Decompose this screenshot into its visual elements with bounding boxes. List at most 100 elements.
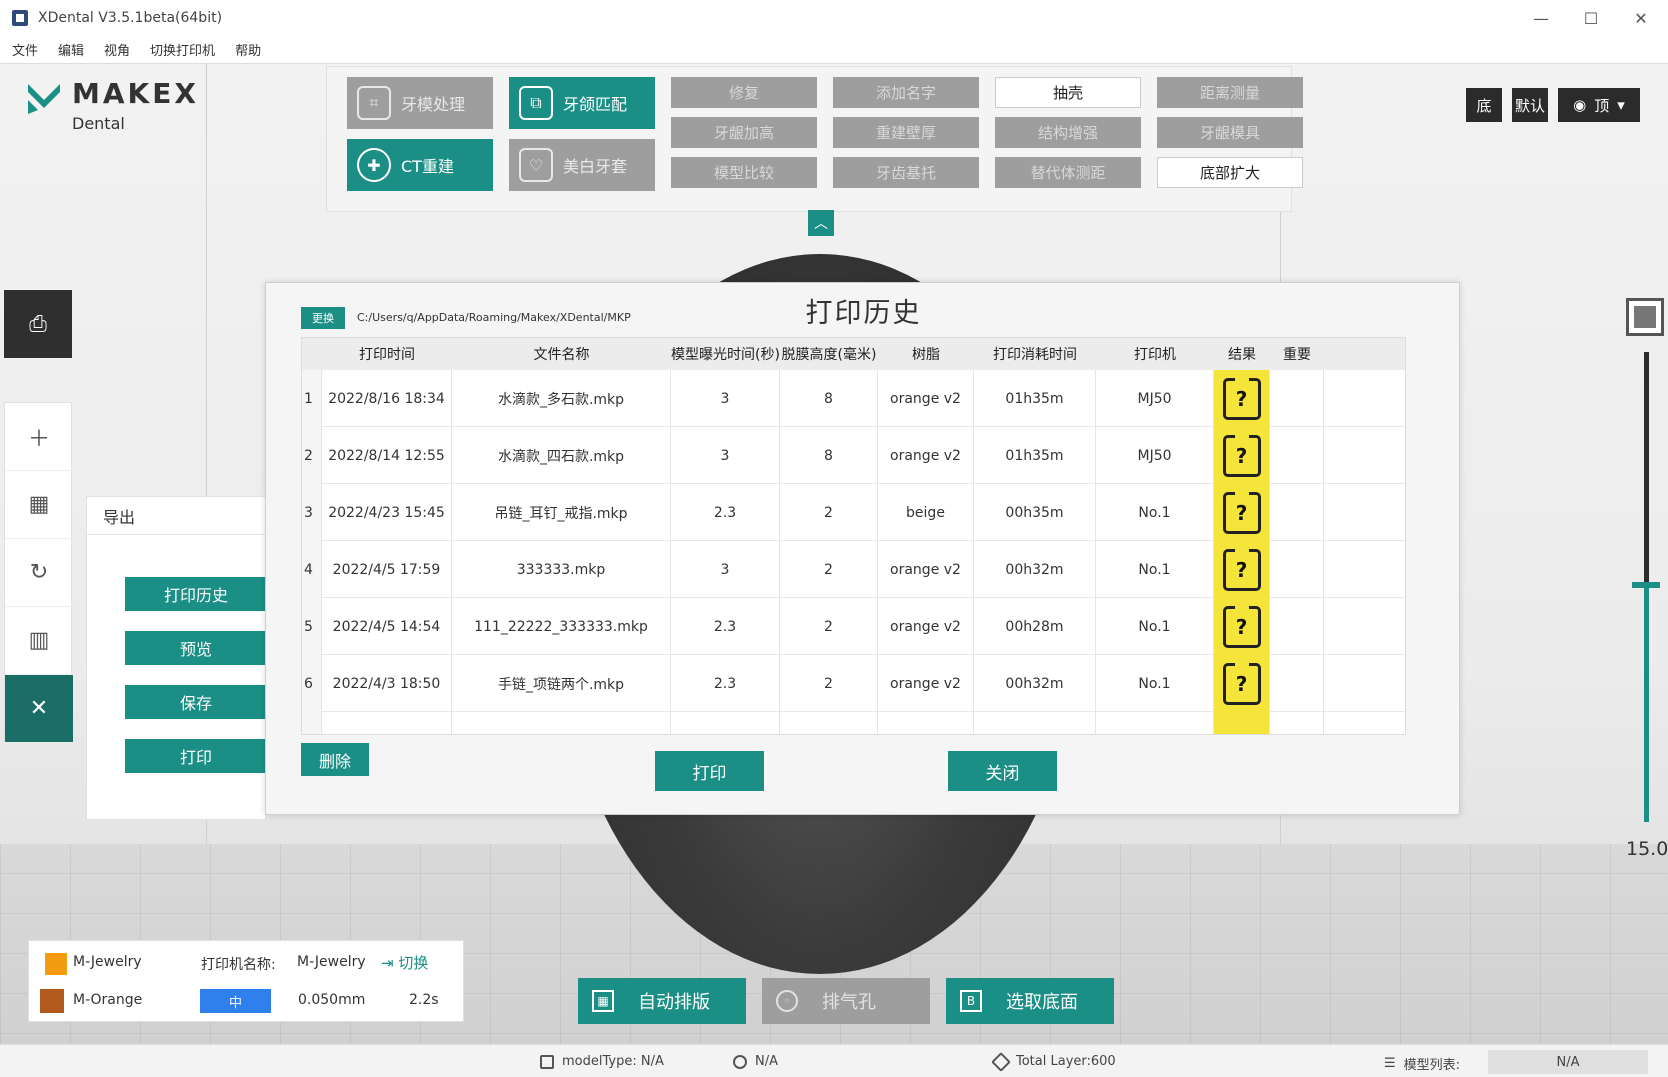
unknown-result-icon[interactable]: ? — [1222, 548, 1261, 591]
menu-switch-printer[interactable]: 切换打印机 — [150, 40, 215, 59]
col-file-name[interactable]: 文件名称 — [452, 338, 671, 370]
col-print-time[interactable]: 打印时间 — [322, 338, 452, 370]
ct-icon: ✚ — [357, 148, 391, 182]
tooth-icon: ♡ — [519, 148, 553, 182]
col-result[interactable]: 结果 — [1214, 338, 1270, 370]
menu-file[interactable]: 文件 — [12, 40, 38, 59]
dialog-print-button[interactable]: 打印 — [655, 751, 764, 791]
ct-rebuild-button[interactable]: ✚ CT重建 — [347, 139, 493, 191]
implant-distance-button[interactable]: 替代体测距 — [995, 157, 1141, 188]
table-row[interactable]: 3 2022/4/23 15:45 吊链_耳钉_戒指.mkp 2.3 2 bei… — [302, 484, 1405, 541]
collapse-panel-button[interactable]: ︿ — [808, 210, 834, 236]
unknown-result-icon[interactable]: ? — [1222, 377, 1261, 420]
important-cell[interactable] — [1270, 484, 1324, 541]
table-row[interactable]: 4 2022/4/5 17:59 333333.mkp 3 2 orange v… — [302, 541, 1405, 598]
logo-mark-icon — [26, 80, 62, 116]
important-cell[interactable] — [1270, 370, 1324, 427]
vent-hole-button[interactable]: ◦ 排气孔 — [762, 978, 930, 1024]
switch-printer-button[interactable]: ⇥ 切换 — [381, 952, 428, 973]
rotate-icon: ↻ — [29, 560, 49, 585]
unknown-result-icon[interactable]: ? — [1222, 605, 1261, 648]
base-expand-button[interactable]: 底部扩大 — [1157, 157, 1303, 188]
tooth-base-button[interactable]: 牙齿基托 — [833, 157, 979, 188]
col-exposure[interactable]: 模型曝光时间(秒) — [671, 338, 780, 370]
important-cell[interactable] — [1270, 598, 1324, 655]
tool-panel: ⌗ 牙模处理 ⧉ 牙颌匹配 ✚ CT重建 ♡ 美白牙套 修复 添加名字 抽壳 距离测量 … — [326, 66, 1303, 212]
delete-button[interactable]: 删除 — [301, 743, 369, 776]
size-status: N/A — [733, 1054, 778, 1069]
support-button[interactable]: ▥ — [5, 607, 73, 675]
table-row[interactable]: 5 2022/4/5 14:54 111_22222_333333.mkp 2.… — [302, 598, 1405, 655]
printer-name-value: M-Jewelry — [297, 954, 366, 970]
col-printer[interactable]: 打印机 — [1096, 338, 1214, 370]
model-type-status: modelType: N/A — [540, 1054, 664, 1069]
menu-help[interactable]: 帮助 — [235, 40, 261, 59]
menu-edit[interactable]: 编辑 — [58, 40, 84, 59]
table-row[interactable]: 1 2022/8/16 18:34 水滴款_多石款.mkp 3 8 orange… — [302, 370, 1405, 427]
maximize-button[interactable]: ☐ — [1566, 0, 1616, 36]
distance-measure-button[interactable]: 距离测量 — [1157, 77, 1303, 108]
col-resin[interactable]: 树脂 — [878, 338, 974, 370]
export-mode-button[interactable]: ✕ — [5, 675, 73, 743]
important-cell[interactable] — [1270, 427, 1324, 484]
list-icon: ☰ — [1384, 1056, 1396, 1071]
print-mode-button[interactable]: ⎙ — [4, 290, 72, 358]
model-type-icon — [540, 1054, 554, 1069]
save-button[interactable]: 保存 — [125, 685, 267, 719]
important-cell[interactable] — [1270, 541, 1324, 598]
gum-raise-button[interactable]: 牙龈加高 — [671, 117, 817, 148]
whitening-tray-button[interactable]: ♡ 美白牙套 — [509, 139, 655, 191]
structure-enhance-button[interactable]: 结构增强 — [995, 117, 1141, 148]
exposure-time: 2.2s — [409, 992, 439, 1008]
table-row[interactable]: 2 2022/8/14 12:55 水滴款_四石款.mkp 3 8 orange… — [302, 427, 1405, 484]
select-base-button[interactable]: B 选取底面 — [946, 978, 1114, 1024]
print-history-button[interactable]: 打印历史 — [125, 577, 267, 611]
layer-slider-thumb[interactable] — [1632, 582, 1660, 588]
view-bottom-button[interactable]: 底 — [1466, 88, 1502, 122]
makex-logo: MAKEX Dental — [26, 80, 199, 133]
repair-button[interactable]: 修复 — [671, 77, 817, 108]
close-button[interactable]: ✕ — [1616, 0, 1666, 36]
view-top-dropdown[interactable]: ◉ 顶 ▾ — [1558, 88, 1640, 122]
export-print-button[interactable]: 打印 — [125, 739, 267, 773]
speed-badge: 中 — [200, 989, 271, 1013]
minimize-button[interactable]: — — [1516, 0, 1566, 36]
view-default-button[interactable]: 默认 — [1512, 88, 1548, 122]
rebuild-wall-button[interactable]: 重建壁厚 — [833, 117, 979, 148]
shell-button[interactable]: 抽壳 — [995, 77, 1141, 108]
add-model-button[interactable]: ＋ — [5, 403, 73, 471]
table-row-partial[interactable] — [302, 712, 1405, 734]
switch-arrow-icon: ⇥ — [381, 954, 394, 972]
support-icon: ▥ — [28, 628, 50, 653]
col-lift-height[interactable]: 脱膜高度(毫米) — [780, 338, 878, 370]
tooth-model-process-button[interactable]: ⌗ 牙模处理 — [347, 77, 493, 129]
gum-mold-button[interactable]: 牙龈模具 — [1157, 117, 1303, 148]
printer-name-2: M-Orange — [73, 992, 143, 1008]
layout-button[interactable]: ▦ — [5, 471, 73, 539]
unknown-result-icon[interactable]: ? — [1222, 491, 1261, 534]
logo-brand: MAKEX — [72, 77, 199, 110]
unknown-result-icon[interactable]: ? — [1222, 434, 1261, 477]
menu-bar: 文件 编辑 视角 切换打印机 帮助 — [0, 36, 1668, 64]
col-duration[interactable]: 打印消耗时间 — [974, 338, 1096, 370]
important-cell[interactable] — [1270, 655, 1324, 712]
auto-layout-button[interactable]: ▦ 自动排版 — [578, 978, 746, 1024]
add-name-button[interactable]: 添加名字 — [833, 77, 979, 108]
dialog-close-button[interactable]: 关闭 — [948, 751, 1057, 791]
col-important[interactable]: 重要 — [1270, 338, 1324, 370]
rotate-button[interactable]: ↻ — [5, 539, 73, 607]
change-path-button[interactable]: 更换 — [301, 307, 345, 329]
jaw-match-button[interactable]: ⧉ 牙颌匹配 — [509, 77, 655, 129]
preview-button[interactable]: 预览 — [125, 631, 267, 665]
jaw-match-icon: ⧉ — [519, 86, 553, 120]
model-compare-button[interactable]: 模型比较 — [671, 157, 817, 188]
table-row[interactable]: 6 2022/4/3 18:50 手链_项链两个.mkp 2.3 2 orang… — [302, 655, 1405, 712]
vent-icon: ◦ — [776, 990, 798, 1012]
menu-view[interactable]: 视角 — [104, 40, 130, 59]
model-list-select[interactable]: N/A — [1488, 1050, 1648, 1074]
caret-down-icon: ▾ — [1617, 96, 1625, 114]
unknown-result-icon[interactable]: ? — [1222, 662, 1261, 705]
title-bar: XDental V3.5.1beta(64bit) — ☐ ✕ — [0, 0, 1668, 36]
layer-view-toggle[interactable] — [1626, 298, 1664, 336]
history-table: 打印时间 文件名称 模型曝光时间(秒) 脱膜高度(毫米) 树脂 打印消耗时间 打… — [301, 337, 1406, 735]
